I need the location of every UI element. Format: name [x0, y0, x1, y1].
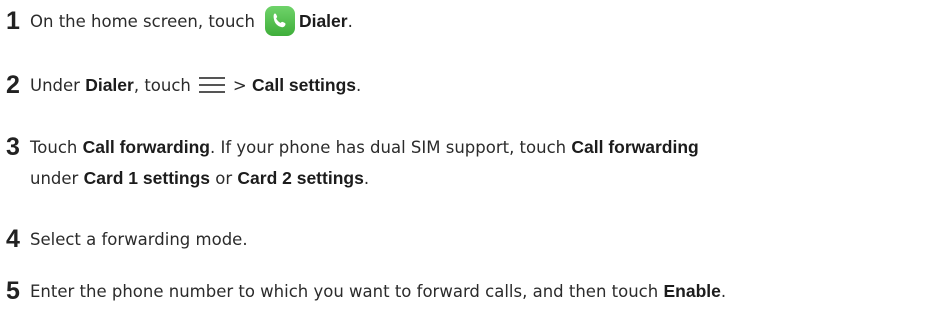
step-text: Touch [30, 138, 83, 157]
step-text: > [232, 76, 252, 95]
step-text: . If your phone has dual SIM support, to… [209, 138, 572, 157]
step-number: 4 [6, 225, 20, 253]
step-text: . [720, 282, 727, 301]
call-forwarding-label: Call forwarding [82, 137, 210, 157]
phone-dialer-icon [264, 6, 295, 36]
step-text: Select a forwarding mode. [30, 230, 248, 249]
menu-icon [198, 77, 225, 93]
step-3: 3 Touch Call forwarding. If your phone ha… [6, 132, 699, 194]
step-text: Under [30, 76, 86, 95]
dialer-label: Dialer [298, 11, 348, 31]
call-forwarding-label: Call forwarding [571, 137, 699, 157]
call-settings-label: Call settings [251, 75, 357, 95]
step-5: 5 Enter the phone number to which you wan… [6, 276, 726, 307]
step-number: 5 [6, 277, 20, 305]
step-number: 3 [6, 133, 20, 161]
card-2-settings-label: Card 2 settings [237, 168, 364, 188]
step-2: 2 Under Dialer, touch > Call settings. [6, 70, 361, 101]
step-text: under [30, 169, 84, 188]
step-1: 1 On the home screen, touch Dialer. [6, 6, 353, 37]
step-text: . [356, 76, 362, 95]
step-number: 1 [6, 7, 20, 35]
step-text: Enter the phone number to which you want… [30, 282, 664, 301]
enable-label: Enable [663, 281, 721, 301]
instruction-steps: 1 On the home screen, touch Dialer. 2 Under… [0, 0, 928, 320]
step-text: or [210, 169, 238, 188]
step-text: , touch [133, 76, 191, 95]
step-4: 4 Select a forwarding mode. [6, 224, 248, 255]
step-text: . [363, 169, 370, 188]
step-text: On the home screen, touch [30, 12, 255, 31]
step-number: 2 [6, 71, 20, 99]
step-text: . [347, 12, 353, 31]
dialer-label: Dialer [85, 75, 134, 95]
card-1-settings-label: Card 1 settings [83, 168, 211, 188]
